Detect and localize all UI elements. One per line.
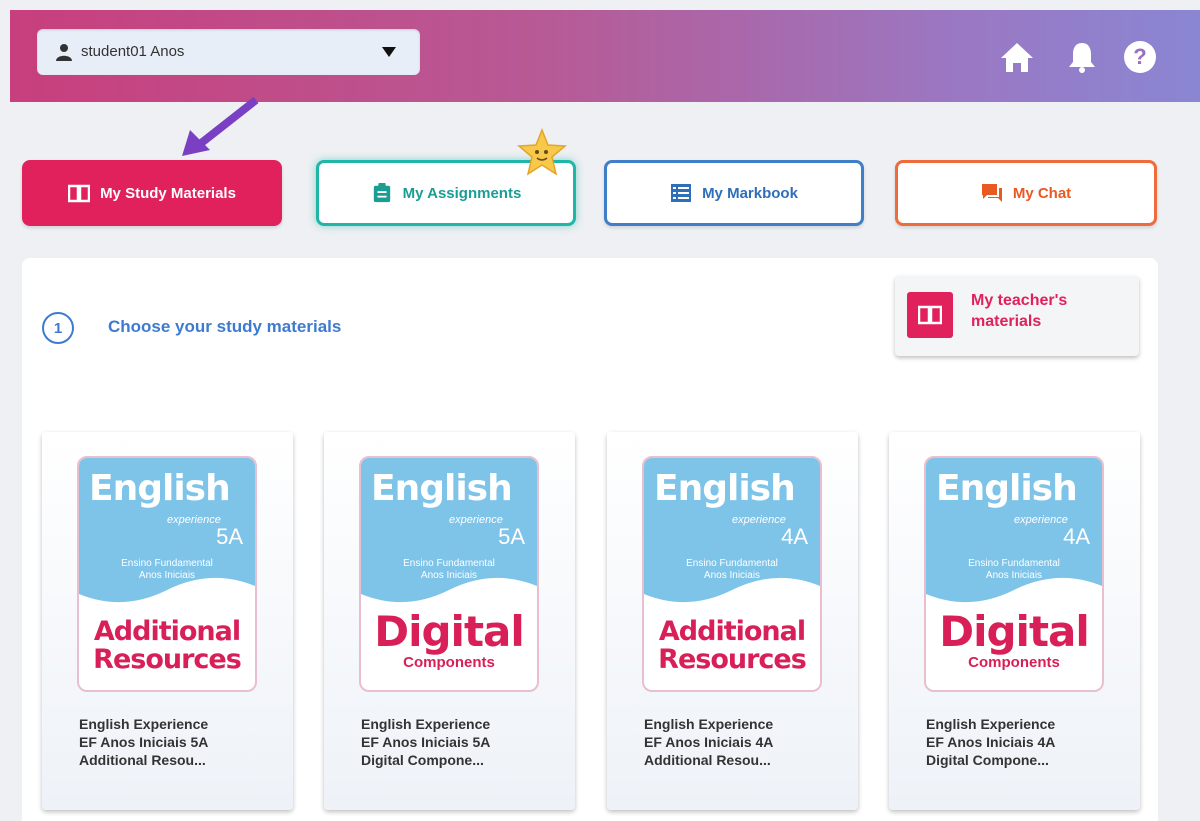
- star-mascot-icon: [517, 128, 567, 176]
- my-teachers-materials-label: My teacher's materials: [971, 292, 1068, 330]
- markbook-list-icon: [671, 184, 692, 202]
- my-study-materials-button[interactable]: My Study Materials: [22, 160, 282, 226]
- cover-brand-sub: experience: [1014, 514, 1068, 526]
- user-name: student01 Anos: [81, 43, 185, 60]
- cover-level: 4A: [781, 524, 808, 549]
- card-title: English Experience EF Anos Iniciais 5A A…: [79, 715, 279, 769]
- home-icon[interactable]: [1000, 40, 1034, 74]
- cover-title: Digital: [939, 607, 1090, 656]
- cover-title-line1: Additional: [93, 616, 241, 647]
- my-assignments-label: My Assignments: [402, 184, 522, 202]
- material-card[interactable]: English experience 4A Ensino Fundamental…: [889, 432, 1140, 810]
- my-study-materials-label: My Study Materials: [100, 184, 236, 202]
- chat-icon: [981, 184, 1002, 202]
- step-heading: Choose your study materials: [108, 317, 342, 336]
- book-cover: English experience 4A Ensino Fundamental…: [924, 456, 1104, 692]
- cover-subtitle: Ensino Fundamental Anos Iniciais: [79, 558, 255, 582]
- cover-title-sub: Components: [968, 654, 1060, 671]
- cover-ensino: Ensino Fundamental: [403, 558, 495, 569]
- material-card[interactable]: English experience 5A Ensino Fundamental…: [324, 432, 575, 810]
- cover-brand: English: [936, 468, 1078, 509]
- cover-brand-sub: experience: [449, 514, 503, 526]
- arrow-pointer-diagonal: [182, 96, 259, 156]
- step-number-badge: 1: [42, 312, 74, 344]
- material-card[interactable]: English experience 4A Ensino Fundamental…: [607, 432, 858, 810]
- help-icon[interactable]: ?: [1123, 40, 1157, 74]
- material-card[interactable]: English experience 5A Ensino Fundamental…: [42, 432, 293, 810]
- book-icon-box: [907, 292, 953, 338]
- book-cover: English experience 5A Ensino Fundamental…: [77, 456, 257, 692]
- cover-brand-sub: experience: [732, 514, 786, 526]
- card-title-line: Additional Resou...: [79, 752, 206, 768]
- cover-subtitle: Ensino Fundamental Anos Iniciais: [926, 558, 1102, 582]
- card-title-line: Digital Compone...: [361, 752, 484, 768]
- cover-anos: Anos Iniciais: [703, 570, 761, 581]
- card-title-line: EF Anos Iniciais 5A: [79, 734, 209, 750]
- cover-title: Additional Resources: [644, 618, 820, 674]
- book-icon: [68, 184, 91, 203]
- my-markbook-label: My Markbook: [702, 184, 798, 202]
- my-chat-label: My Chat: [1012, 184, 1072, 202]
- cover-title-line2: Resources: [93, 644, 242, 675]
- cover-brand: English: [654, 468, 796, 509]
- card-title-line: English Experience: [926, 716, 1056, 732]
- card-title: English Experience EF Anos Iniciais 4A D…: [926, 715, 1126, 769]
- cover-ensino: Ensino Fundamental: [686, 558, 778, 569]
- bell-icon[interactable]: [1065, 40, 1099, 74]
- cover-subtitle: Ensino Fundamental Anos Iniciais: [644, 558, 820, 582]
- cover-ensino: Ensino Fundamental: [121, 558, 213, 569]
- card-title-line: English Experience: [79, 716, 209, 732]
- my-chat-button[interactable]: My Chat: [895, 160, 1157, 226]
- cover-title: Digital: [374, 607, 525, 656]
- cover-brand-sub: experience: [167, 514, 221, 526]
- cover-title-line2: Resources: [658, 644, 807, 675]
- card-title-line: Digital Compone...: [926, 752, 1049, 768]
- cover-title-sub: Components: [403, 654, 495, 671]
- cover-ensino: Ensino Fundamental: [968, 558, 1060, 569]
- my-markbook-button[interactable]: My Markbook: [604, 160, 864, 226]
- card-title: English Experience EF Anos Iniciais 5A D…: [361, 715, 561, 769]
- person-icon: [56, 44, 72, 61]
- cover-title-line1: Additional: [658, 616, 806, 647]
- book-cover: English experience 5A Ensino Fundamental…: [359, 456, 539, 692]
- cover-brand: English: [89, 468, 231, 509]
- cover-level: 5A: [498, 524, 525, 549]
- card-title-line: Additional Resou...: [644, 752, 771, 768]
- cover-level: 4A: [1063, 524, 1090, 549]
- user-selector[interactable]: student01 Anos: [37, 29, 420, 75]
- card-title: English Experience EF Anos Iniciais 4A A…: [644, 715, 844, 769]
- cover-title: Additional Resources: [79, 618, 255, 674]
- top-header: student01 Anos ?: [10, 10, 1200, 102]
- book-cover: English experience 4A Ensino Fundamental…: [642, 456, 822, 692]
- cover-subtitle: Ensino Fundamental Anos Iniciais: [361, 558, 537, 582]
- cover-anos: Anos Iniciais: [420, 570, 478, 581]
- cover-anos: Anos Iniciais: [985, 570, 1043, 581]
- card-title-line: English Experience: [361, 716, 491, 732]
- cover-level: 5A: [216, 524, 243, 549]
- book-icon: [918, 305, 942, 325]
- card-title-line: EF Anos Iniciais 5A: [361, 734, 491, 750]
- svg-text:?: ?: [1133, 44, 1146, 69]
- card-title-line: English Experience: [644, 716, 774, 732]
- my-teachers-materials-button[interactable]: My teacher's materials: [895, 276, 1139, 356]
- chevron-down-icon: [382, 47, 396, 57]
- card-title-line: EF Anos Iniciais 4A: [644, 734, 774, 750]
- cover-anos: Anos Iniciais: [138, 570, 196, 581]
- study-materials-panel: 1 Choose your study materials My teacher…: [22, 258, 1158, 821]
- clipboard-icon: [373, 183, 390, 203]
- cover-brand: English: [371, 468, 513, 509]
- card-title-line: EF Anos Iniciais 4A: [926, 734, 1056, 750]
